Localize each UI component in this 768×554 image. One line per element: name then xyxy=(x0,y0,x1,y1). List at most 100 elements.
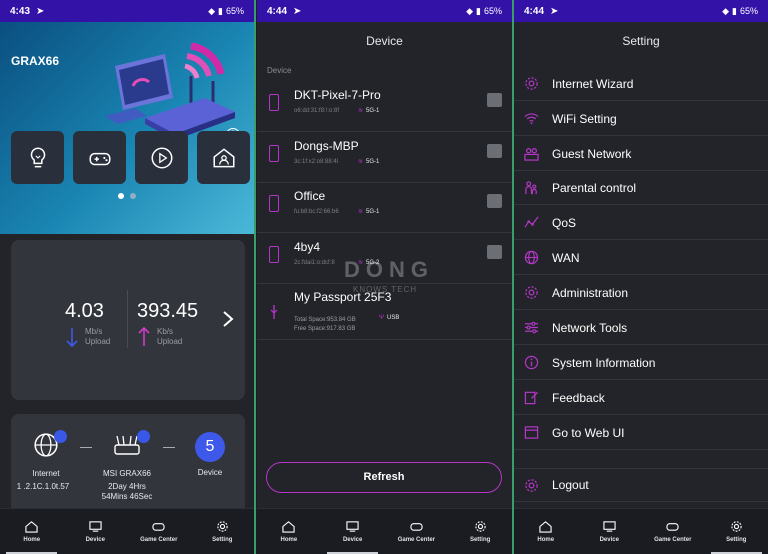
nav-device[interactable]: Device xyxy=(64,509,128,554)
device-row[interactable]: Dongs-MBP 3c:1f:x2:o8:88:4l ≋ 5G-1 xyxy=(257,133,512,183)
panel-divider xyxy=(254,0,256,554)
device-mac: 2c:fdai1:o:dcf:8 xyxy=(294,260,335,266)
phone-icon xyxy=(269,94,279,111)
menu-internet-wizard[interactable]: Internet Wizard xyxy=(514,67,768,101)
sliders-icon xyxy=(524,321,539,334)
block-wifi-button[interactable] xyxy=(487,144,502,158)
nav-device[interactable]: Device xyxy=(321,509,385,554)
router-node[interactable]: MSI GRAX66 2Day 4Hrs 54Mins 46Sec xyxy=(97,432,157,502)
nav-setting-label: Setting xyxy=(726,537,747,543)
battery-level: 65% xyxy=(225,6,244,16)
nav-game-label: Game Center xyxy=(397,537,436,543)
browser-window-icon xyxy=(524,426,539,439)
quick-media-button[interactable] xyxy=(135,131,188,184)
globe-icon xyxy=(524,250,539,265)
usb-small-icon: Ψ xyxy=(379,315,385,321)
status-bar: 4:44 ➤ ◆ ▮ 65% xyxy=(514,0,768,22)
menu-label: Internet Wizard xyxy=(552,76,634,91)
carousel-dot[interactable] xyxy=(130,193,136,199)
storage-row[interactable]: My Passport 25F3 Total Space:953.84 GB F… xyxy=(257,286,512,340)
menu-feedback[interactable]: Feedback xyxy=(514,381,768,415)
nav-home-label: Home xyxy=(23,537,41,543)
menu-label: System Information xyxy=(552,355,656,370)
device-row[interactable]: DKT-Pixel-7-Pro o6:dd:31:f8:!:o:8f ≋ 5G-1 xyxy=(257,82,512,132)
nav-game-center[interactable]: Game Center xyxy=(641,509,705,554)
device-row[interactable]: Office fu:b8:bc:f2:66:b6 ≋ 5G-1 xyxy=(257,183,512,233)
chevron-right-icon[interactable] xyxy=(221,310,235,328)
router-brand: GRAX66 xyxy=(11,54,60,68)
home-icon xyxy=(25,521,38,533)
home-user-icon xyxy=(212,147,235,167)
nav-home[interactable]: Home xyxy=(0,509,64,554)
status-right: ◆ ▮ 65% xyxy=(208,6,244,17)
network-card: Internet 1 .2.1C.1.0t.57 MSI GRAX66 2Day… xyxy=(11,414,245,508)
device-icon xyxy=(89,521,102,532)
menu-go-to-web-ui[interactable]: Go to Web UI xyxy=(514,416,768,450)
battery-level: 65% xyxy=(483,6,502,16)
nav-setting[interactable]: Setting xyxy=(448,509,512,554)
arrow-up-icon xyxy=(138,326,150,346)
gamepad-icon xyxy=(410,523,423,531)
menu-wifi-setting[interactable]: WiFi Setting xyxy=(514,102,768,136)
nav-game-center[interactable]: Game Center xyxy=(127,509,191,554)
wifi-status-icon: ◆ xyxy=(208,5,216,16)
wifi-icon xyxy=(524,113,539,125)
device-band-label: 5G-1 xyxy=(366,107,380,114)
device-node[interactable]: 5 Device xyxy=(187,432,233,477)
block-wifi-button[interactable] xyxy=(487,93,502,107)
home-screen: 4:43 ➤ ◆ ▮ 65% GRAX66 i xyxy=(0,0,254,554)
download-label: Upload xyxy=(85,337,111,346)
nav-home[interactable]: Home xyxy=(257,509,321,554)
phone-icon xyxy=(269,246,279,263)
menu-system-information[interactable]: System Information xyxy=(514,346,768,380)
menu-logout[interactable]: Logout xyxy=(514,468,768,502)
internet-check-icon xyxy=(54,430,67,443)
menu-wan[interactable]: WAN xyxy=(514,241,768,275)
menu-label: WAN xyxy=(552,250,580,265)
block-wifi-button[interactable] xyxy=(487,194,502,208)
gear-icon xyxy=(474,521,486,532)
device-icon xyxy=(603,521,616,532)
refresh-button[interactable]: Refresh xyxy=(266,462,502,493)
wifi-icon: ≋ xyxy=(358,209,364,215)
router-uptime-2: 54Mins 46Sec xyxy=(101,492,153,501)
block-wifi-button[interactable] xyxy=(487,245,502,259)
nav-game-center[interactable]: Game Center xyxy=(385,509,449,554)
device-name: Office xyxy=(294,189,326,203)
wifi-status-icon: ◆ xyxy=(722,5,730,16)
device-count: 5 xyxy=(195,432,225,462)
menu-qos[interactable]: QoS xyxy=(514,206,768,240)
phone-icon xyxy=(269,145,279,162)
upload-label: Upload xyxy=(157,337,183,346)
menu-network-tools[interactable]: Network Tools xyxy=(514,311,768,345)
quick-game-button[interactable] xyxy=(73,131,126,184)
menu-parental-control[interactable]: Parental control xyxy=(514,171,768,205)
nav-device-label: Device xyxy=(85,537,105,543)
nav-home[interactable]: Home xyxy=(514,509,578,554)
carousel-dots xyxy=(118,193,136,199)
nav-setting[interactable]: Setting xyxy=(191,509,255,554)
telegram-icon: ➤ xyxy=(550,5,559,17)
nav-device[interactable]: Device xyxy=(578,509,642,554)
quick-actions xyxy=(11,131,254,184)
status-bar: 4:43 ➤ ◆ ▮ 65% xyxy=(0,0,254,22)
gear-icon xyxy=(525,77,538,90)
quick-home-button[interactable] xyxy=(197,131,250,184)
wifi-status-icon: ◆ xyxy=(466,5,474,16)
device-band: ≋ 5G-1 xyxy=(358,107,380,115)
battery-level: 65% xyxy=(739,6,758,16)
gear-icon xyxy=(525,286,538,299)
quick-light-button[interactable] xyxy=(11,131,64,184)
menu-administration[interactable]: Administration xyxy=(514,276,768,310)
nav-setting[interactable]: Setting xyxy=(705,509,768,554)
nav-device-label: Device xyxy=(342,537,363,543)
bottom-nav: Home Device Game Center Setting xyxy=(0,508,254,554)
status-right: ◆ ▮ 65% xyxy=(722,6,758,17)
battery-icon: ▮ xyxy=(732,5,737,16)
status-time: 4:44 xyxy=(267,5,288,17)
device-mac: fu:b8:bc:f2:66:b6 xyxy=(294,209,339,215)
carousel-dot[interactable] xyxy=(118,193,124,199)
menu-guest-network[interactable]: Guest Network xyxy=(514,137,768,171)
menu-label: Feedback xyxy=(552,390,605,405)
download-unit-wrap: Mb/s Upload xyxy=(85,327,110,347)
